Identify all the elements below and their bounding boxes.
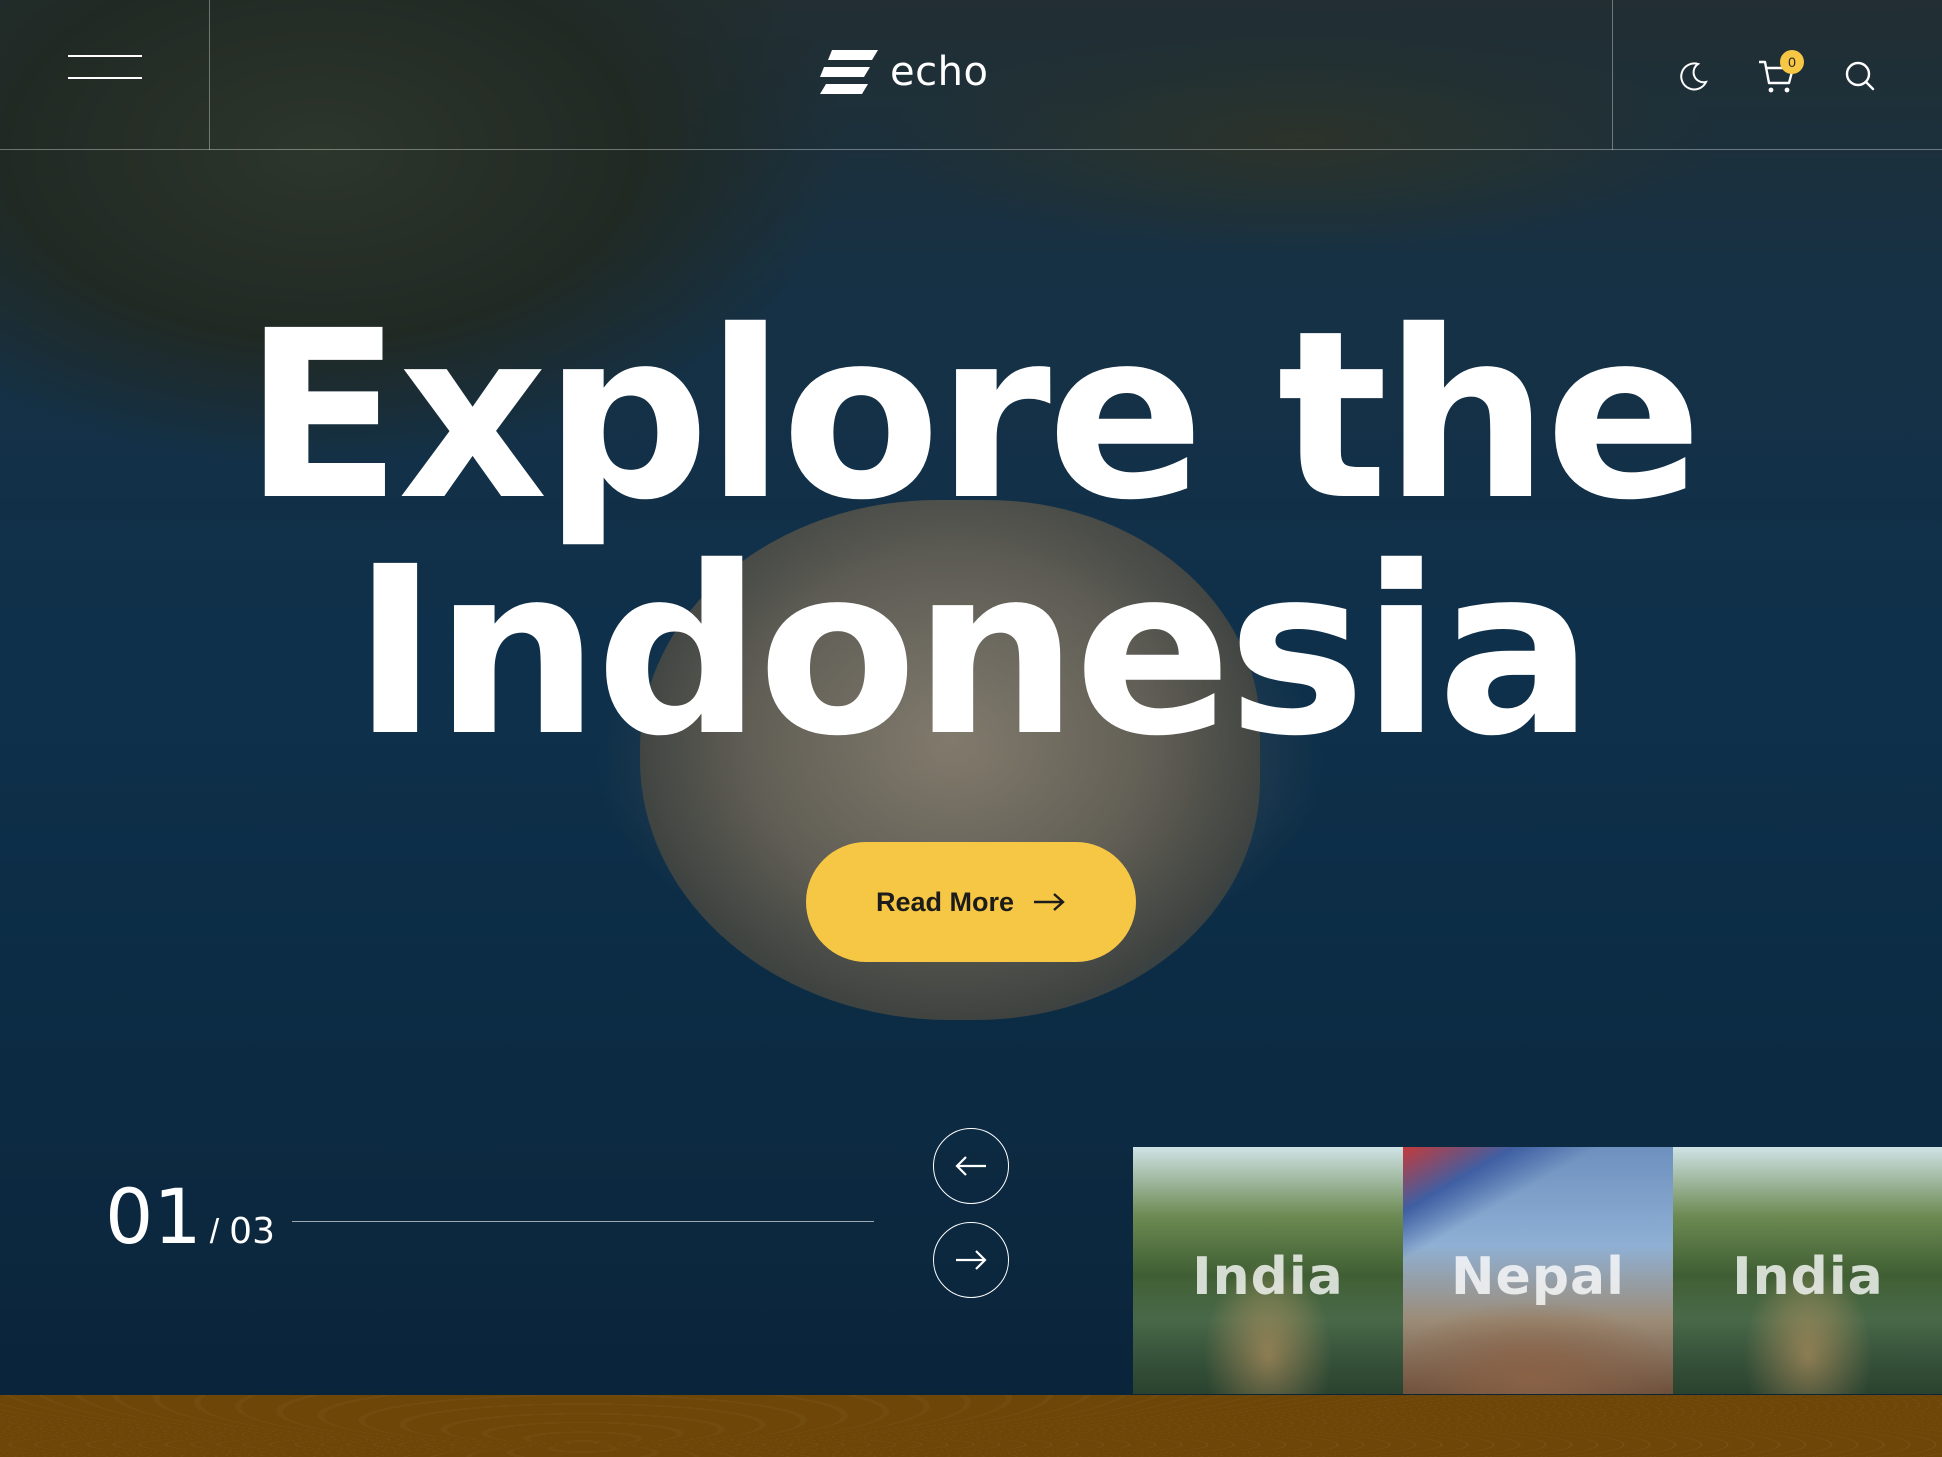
- next-slide-button[interactable]: [933, 1222, 1009, 1298]
- moon-icon[interactable]: [1676, 58, 1712, 94]
- slide-separator: /: [209, 1213, 220, 1251]
- arrow-right-icon: [956, 1250, 987, 1270]
- thumbnail-card[interactable]: India: [1673, 1147, 1942, 1394]
- hero-title: Explore the Indonesia: [0, 298, 1942, 770]
- thumbnail-label: Nepal: [1451, 1247, 1625, 1307]
- hero-title-line-1: Explore the: [243, 281, 1702, 551]
- read-more-button[interactable]: Read More: [806, 842, 1136, 962]
- cart-count-badge: 0: [1780, 50, 1804, 74]
- header-divider: [209, 0, 210, 150]
- prev-slide-button[interactable]: [933, 1128, 1009, 1204]
- menu-line: [68, 55, 142, 57]
- menu-line: [68, 77, 142, 79]
- search-icon[interactable]: [1842, 58, 1878, 94]
- logo-text: echo: [890, 49, 989, 95]
- arrow-left-icon: [955, 1156, 986, 1176]
- hero-title-line-2: Indonesia: [352, 517, 1594, 787]
- slide-counter: 01 / 03: [105, 1172, 275, 1261]
- destination-thumbnails: India Nepal India: [1133, 1147, 1942, 1394]
- menu-icon[interactable]: [68, 55, 142, 81]
- read-more-label: Read More: [875, 886, 1015, 917]
- site-logo[interactable]: echo: [818, 48, 988, 96]
- thumbnail-label: India: [1732, 1247, 1884, 1307]
- header-divider: [1612, 0, 1613, 150]
- thumbnail-card[interactable]: India: [1133, 1147, 1403, 1394]
- site-header: echo 0: [0, 0, 1942, 150]
- slide-progress-line: [292, 1221, 874, 1222]
- thumbnail-label: India: [1192, 1247, 1344, 1307]
- bottom-decorative-band: [0, 1395, 1942, 1457]
- logo-mark-icon: [820, 50, 878, 94]
- hero-page: echo 0 Explore the Indonesia Read More 0…: [0, 0, 1942, 1457]
- arrow-right-icon: [1034, 893, 1065, 911]
- slide-current: 01: [105, 1172, 202, 1261]
- slide-total: 03: [229, 1211, 275, 1252]
- thumbnail-card[interactable]: Nepal: [1403, 1147, 1673, 1394]
